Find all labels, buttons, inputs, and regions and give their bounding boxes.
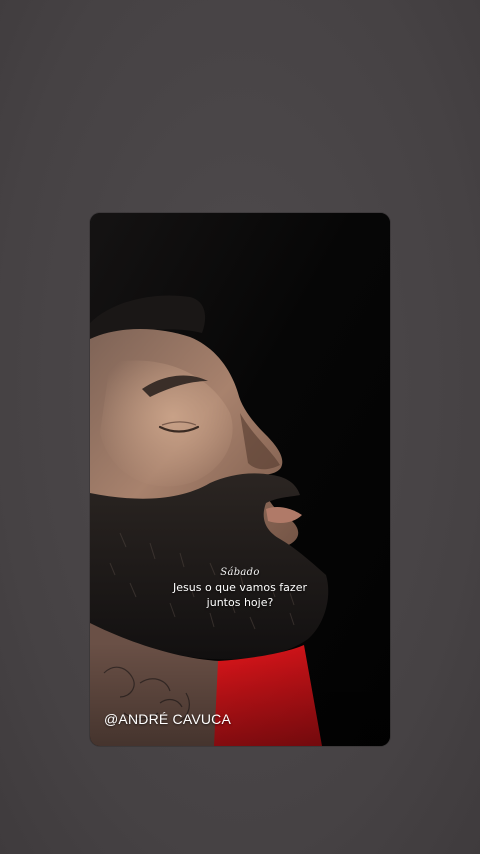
author-watermark: @ANDRÉ CAVUCA bbox=[104, 711, 232, 727]
story-viewer: Sábado Jesus o que vamos fazer juntos ho… bbox=[0, 0, 480, 854]
story-card[interactable]: Sábado Jesus o que vamos fazer juntos ho… bbox=[90, 213, 390, 746]
portrait-photo bbox=[90, 213, 390, 746]
